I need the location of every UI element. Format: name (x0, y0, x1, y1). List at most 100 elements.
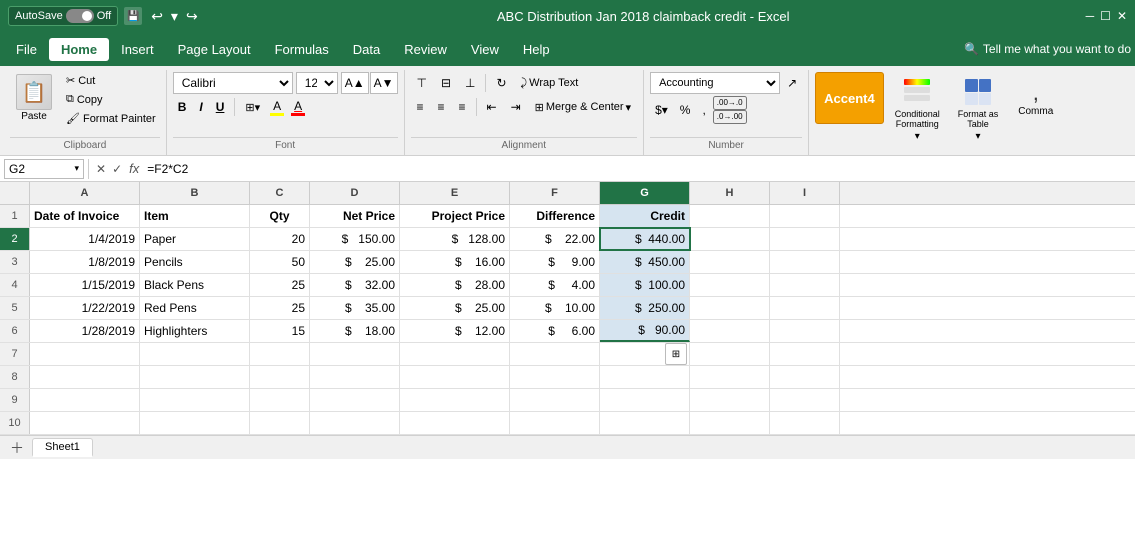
cell-c4[interactable]: 25 (250, 274, 310, 296)
maximize-button[interactable]: ☐ (1100, 9, 1111, 23)
cell-e10[interactable] (400, 412, 510, 434)
cell-i2[interactable] (770, 228, 840, 250)
cell-d3[interactable]: $ 25.00 (310, 251, 400, 273)
font-color-button[interactable]: A (289, 98, 307, 117)
redo-button[interactable]: ↪ (183, 6, 201, 27)
col-header-d[interactable]: D (310, 182, 400, 204)
cell-a4[interactable]: 1/15/2019 (30, 274, 140, 296)
cell-h2[interactable] (690, 228, 770, 250)
cell-a5[interactable]: 1/22/2019 (30, 297, 140, 319)
cell-e4[interactable]: $ 28.00 (400, 274, 510, 296)
cell-a10[interactable] (30, 412, 140, 434)
minimize-button[interactable]: ─ (1086, 9, 1095, 23)
cell-h3[interactable] (690, 251, 770, 273)
indent-decrease-button[interactable]: ⇤ (481, 96, 503, 118)
cell-b2[interactable]: Paper (140, 228, 250, 250)
row-num-5[interactable]: 5 (0, 297, 30, 319)
accent4-button[interactable]: Accent4 (815, 72, 884, 124)
cell-b1[interactable]: Item (140, 205, 250, 227)
cell-a7[interactable] (30, 343, 140, 365)
cell-f2[interactable]: $ 22.00 (510, 228, 600, 250)
cell-c10[interactable] (250, 412, 310, 434)
cell-c7[interactable] (250, 343, 310, 365)
fill-color-button[interactable]: A (268, 98, 286, 117)
col-header-a[interactable]: A (30, 182, 140, 204)
row-num-9[interactable]: 9 (0, 389, 30, 411)
col-header-e[interactable]: E (400, 182, 510, 204)
cell-e7[interactable] (400, 343, 510, 365)
col-header-h[interactable]: H (690, 182, 770, 204)
save-icon[interactable]: 💾 (124, 7, 142, 25)
row-num-6[interactable]: 6 (0, 320, 30, 342)
cell-c3[interactable]: 50 (250, 251, 310, 273)
menu-page-layout[interactable]: Page Layout (166, 38, 263, 61)
cell-g10[interactable] (600, 412, 690, 434)
cell-i4[interactable] (770, 274, 840, 296)
menu-insert[interactable]: Insert (109, 38, 166, 61)
cell-b10[interactable] (140, 412, 250, 434)
cell-b7[interactable] (140, 343, 250, 365)
menu-help[interactable]: Help (511, 38, 562, 61)
cell-d5[interactable]: $ 35.00 (310, 297, 400, 319)
col-header-g[interactable]: G (600, 182, 690, 204)
bold-button[interactable]: B (173, 96, 192, 118)
format-painter-button[interactable]: 🖌 Format Painter (62, 110, 160, 127)
align-middle-button[interactable]: ⊟ (435, 72, 457, 94)
row-num-1[interactable]: 1 (0, 205, 30, 227)
close-button[interactable]: ✕ (1117, 9, 1127, 23)
cell-h6[interactable] (690, 320, 770, 342)
cell-d1[interactable]: Net Price (310, 205, 400, 227)
cut-button[interactable]: ✂ Cut (62, 72, 160, 89)
comma-style-button[interactable]: , (697, 99, 710, 121)
text-direction-button[interactable]: ↻ (490, 72, 512, 94)
formula-confirm-button[interactable]: ✓ (109, 162, 125, 176)
cell-f7[interactable] (510, 343, 600, 365)
cell-i7[interactable] (770, 343, 840, 365)
cell-d8[interactable] (310, 366, 400, 388)
row-num-10[interactable]: 10 (0, 412, 30, 434)
autosave-button[interactable]: AutoSave Off (8, 6, 118, 26)
add-sheet-button[interactable]: ＋ (4, 438, 30, 458)
cell-d9[interactable] (310, 389, 400, 411)
cell-e2[interactable]: $ 128.00 (400, 228, 510, 250)
font-size-select[interactable]: 12 (296, 72, 338, 94)
cell-c5[interactable]: 25 (250, 297, 310, 319)
row-num-8[interactable]: 8 (0, 366, 30, 388)
cell-i1[interactable] (770, 205, 840, 227)
cell-g8[interactable] (600, 366, 690, 388)
cell-a6[interactable]: 1/28/2019 (30, 320, 140, 342)
cell-f6[interactable]: $ 6.00 (510, 320, 600, 342)
autosave-toggle[interactable] (66, 9, 94, 23)
shrink-font-button[interactable]: A▼ (370, 72, 398, 94)
cell-g1[interactable]: Credit (600, 205, 690, 227)
cell-h1[interactable] (690, 205, 770, 227)
undo-dropdown-button[interactable]: ▾ (168, 6, 181, 27)
cell-g5[interactable]: $ 250.00 (600, 297, 690, 319)
cell-i8[interactable] (770, 366, 840, 388)
row-num-4[interactable]: 4 (0, 274, 30, 296)
sheet-tab-1[interactable]: Sheet1 (32, 438, 93, 457)
menu-file[interactable]: File (4, 38, 49, 61)
cell-g2[interactable]: $ 440.00 (600, 228, 690, 250)
align-top-button[interactable]: ⊤ (411, 72, 433, 94)
menu-home[interactable]: Home (49, 38, 109, 61)
cell-g6[interactable]: $ 90.00 (600, 320, 690, 342)
align-bottom-button[interactable]: ⊥ (459, 72, 481, 94)
cell-h8[interactable] (690, 366, 770, 388)
cell-h5[interactable] (690, 297, 770, 319)
cell-h9[interactable] (690, 389, 770, 411)
formula-input[interactable] (143, 161, 1131, 177)
cell-d2[interactable]: $ 150.00 (310, 228, 400, 250)
tell-me-bar[interactable]: 🔍 Tell me what you want to do (964, 42, 1131, 56)
cell-e8[interactable] (400, 366, 510, 388)
percent-button[interactable]: % (675, 99, 696, 121)
align-right-button[interactable]: ≡ (453, 96, 472, 118)
cell-f9[interactable] (510, 389, 600, 411)
col-header-b[interactable]: B (140, 182, 250, 204)
formula-cancel-button[interactable]: ✕ (93, 162, 109, 176)
row-num-3[interactable]: 3 (0, 251, 30, 273)
cell-c6[interactable]: 15 (250, 320, 310, 342)
col-header-i[interactable]: I (770, 182, 840, 204)
col-header-f[interactable]: F (510, 182, 600, 204)
insert-function-button[interactable]: fx (125, 161, 143, 176)
